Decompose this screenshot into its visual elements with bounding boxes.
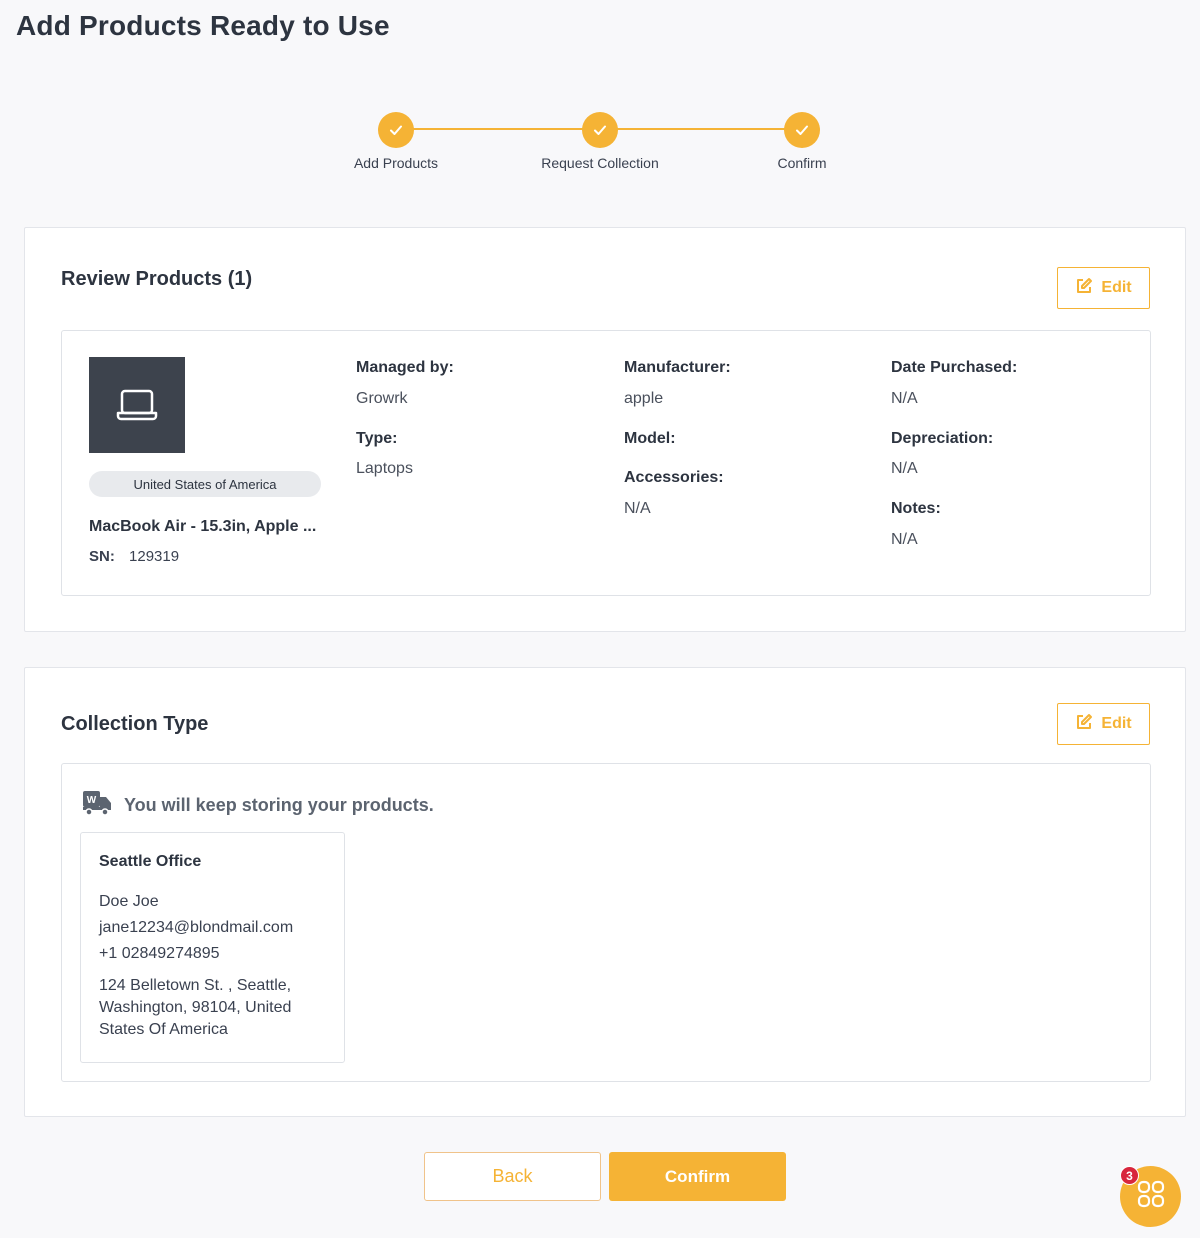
edit-collection-button[interactable]: Edit <box>1057 703 1150 745</box>
edit-products-button[interactable]: Edit <box>1057 267 1150 309</box>
accessories-label: Accessories: <box>624 469 724 486</box>
country-badge: United States of America <box>89 471 321 497</box>
sn-value: 129319 <box>129 548 180 565</box>
type-value: Laptops <box>356 460 413 477</box>
apps-grid-icon <box>1136 1179 1166 1214</box>
depreciation-value: N/A <box>891 460 918 477</box>
address-card: Seattle Office Doe Joe jane12234@blondma… <box>80 832 345 1063</box>
serial-number: SN: 129319 <box>89 548 179 565</box>
manufacturer-value: apple <box>624 390 664 407</box>
notes-value: N/A <box>891 531 918 548</box>
svg-text:W: W <box>87 795 97 806</box>
step-confirm: Confirm <box>702 112 902 171</box>
step-label: Add Products <box>353 155 439 171</box>
depreciation-label: Depreciation: <box>891 430 994 447</box>
product-name: MacBook Air - 15.3in, Apple ... <box>89 518 317 535</box>
collection-details: W You will keep storing your products. S… <box>61 763 1151 1082</box>
collection-type-title: Collection Type <box>61 713 209 735</box>
street-address: 124 Belletown St. , Seattle, Washington,… <box>99 977 292 1038</box>
product-item: United States of America MacBook Air - 1… <box>61 330 1151 596</box>
accessories-value: N/A <box>624 500 651 517</box>
page-title: Add Products Ready to Use <box>16 10 390 41</box>
sn-label: SN: <box>89 548 115 565</box>
check-icon <box>582 112 618 148</box>
review-products-card: Review Products (1) Edit United States o… <box>24 227 1186 632</box>
type-label: Type: <box>356 430 398 447</box>
date-purchased-value: N/A <box>891 390 918 407</box>
confirm-button[interactable]: Confirm <box>609 1152 786 1201</box>
check-icon <box>378 112 414 148</box>
address-name: Seattle Office <box>99 853 202 870</box>
edit-label: Edit <box>1101 715 1132 732</box>
collection-message: W You will keep storing your products. <box>82 790 434 821</box>
step-label: Confirm <box>777 155 827 171</box>
manufacturer-label: Manufacturer: <box>624 359 731 376</box>
collection-message-text: You will keep storing your products. <box>124 795 434 815</box>
model-label: Model: <box>624 430 676 447</box>
notification-badge: 3 <box>1120 1166 1139 1185</box>
step-add-products: Add Products <box>296 112 496 171</box>
contact-phone: +1 02849274895 <box>99 945 220 962</box>
edit-label: Edit <box>1101 279 1132 296</box>
collection-type-card: Collection Type Edit W You will keep sto… <box>24 667 1186 1117</box>
contact-email: jane12234@blondmail.com <box>99 919 294 936</box>
managed-by-value: Growrk <box>356 390 408 407</box>
edit-icon <box>1075 713 1093 736</box>
progress-stepper: Add Products Request Collection Confirm <box>0 112 1200 182</box>
check-icon <box>784 112 820 148</box>
date-purchased-label: Date Purchased: <box>891 359 1018 376</box>
managed-by-label: Managed by: <box>356 359 454 376</box>
step-label: Request Collection <box>541 155 659 171</box>
back-button[interactable]: Back <box>424 1152 601 1201</box>
edit-icon <box>1075 277 1093 300</box>
laptop-icon <box>89 357 185 453</box>
notes-label: Notes: <box>891 500 941 517</box>
step-request-collection: Request Collection <box>500 112 700 171</box>
contact-name: Doe Joe <box>99 893 159 910</box>
warehouse-truck-icon: W <box>82 790 112 821</box>
review-products-title: Review Products (1) <box>61 268 253 290</box>
